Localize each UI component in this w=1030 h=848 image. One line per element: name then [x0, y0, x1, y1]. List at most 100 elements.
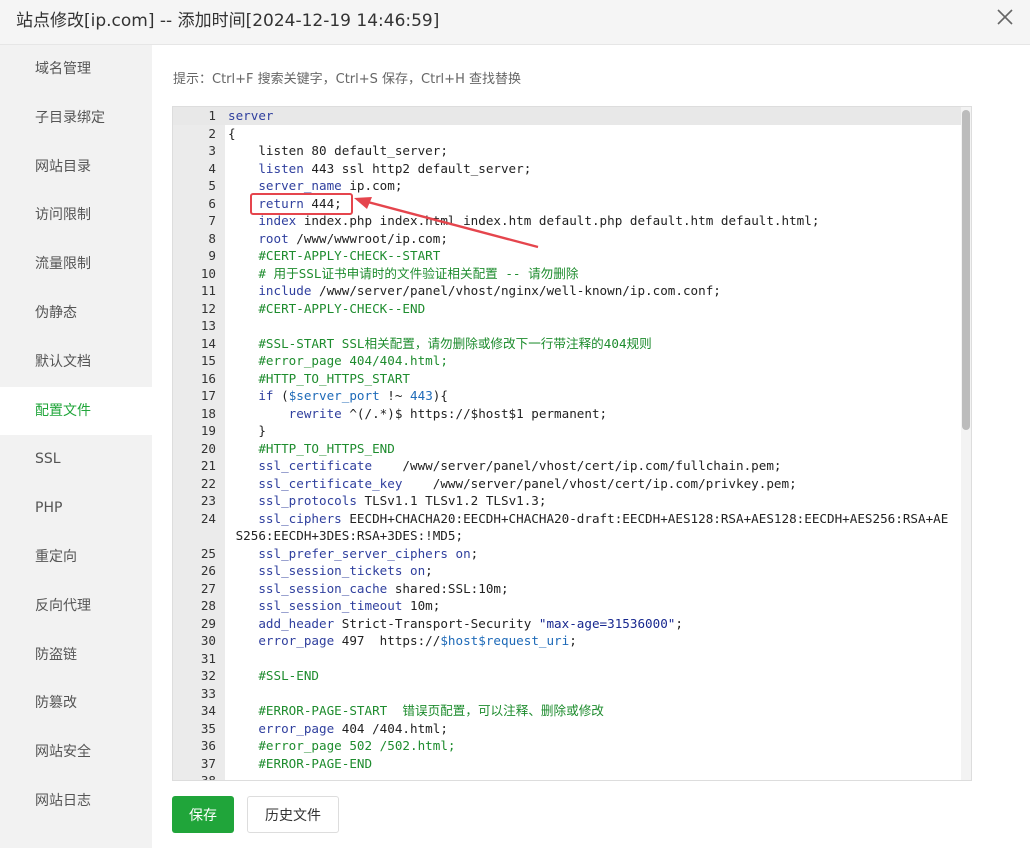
sidebar-item[interactable]: 防篡改 [0, 679, 152, 728]
line-number: 11 [200, 283, 216, 298]
code-text[interactable]: # 用于SSL证书申请时的文件验证相关配置 -- 请勿删除 [228, 265, 961, 283]
sidebar-item[interactable]: 网站日志 [0, 777, 152, 826]
code-line[interactable]: 11 include /www/server/panel/vhost/nginx… [173, 282, 961, 300]
code-line[interactable]: 27 ssl_session_cache shared:SSL:10m; [173, 580, 961, 598]
sidebar-item[interactable]: 域名管理 [0, 45, 152, 94]
code-line[interactable]: 8 root /www/wwwroot/ip.com; [173, 230, 961, 248]
code-text[interactable]: #HTTP_TO_HTTPS_START [228, 370, 961, 388]
editor-scrollbar[interactable] [961, 107, 971, 780]
line-number: 25 [200, 545, 216, 561]
close-icon[interactable] [994, 6, 1016, 28]
save-button[interactable]: 保存 [172, 796, 234, 833]
code-text[interactable]: #ERROR-PAGE-END [228, 755, 961, 773]
line-number: 28 [200, 598, 216, 613]
code-text[interactable]: ssl_session_cache shared:SSL:10m; [228, 580, 961, 598]
code-text[interactable]: listen 80 default_server; [228, 142, 961, 160]
line-number: 18 [200, 405, 216, 421]
code-line[interactable]: 5 server_name ip.com; [173, 177, 961, 195]
code-text[interactable]: add_header Strict-Transport-Security "ma… [228, 615, 961, 633]
code-line[interactable]: 30 error_page 497 https://$host$request_… [173, 632, 961, 650]
code-line[interactable]: 25 ssl_prefer_server_ciphers on; [173, 545, 961, 563]
code-line[interactable]: 26 ssl_session_tickets on; [173, 562, 961, 580]
code-line[interactable]: 15 #error_page 404/404.html; [173, 352, 961, 370]
sidebar-item[interactable]: 网站目录 [0, 143, 152, 192]
sidebar-item[interactable]: 默认文档 [0, 338, 152, 387]
sidebar-item[interactable]: SSL [0, 435, 152, 484]
code-text[interactable]: #SSL-END [228, 667, 961, 685]
line-number: 7 [208, 213, 216, 228]
code-line[interactable]: 9 #CERT-APPLY-CHECK--START [173, 247, 961, 265]
code-text[interactable]: ssl_certificate /www/server/panel/vhost/… [228, 457, 961, 475]
code-line[interactable]: 20 #HTTP_TO_HTTPS_END [173, 440, 961, 458]
code-text[interactable]: #error_page 502 /502.html; [228, 737, 961, 755]
code-line[interactable]: 4 listen 443 ssl http2 default_server; [173, 160, 961, 178]
sidebar-item[interactable]: 伪静态 [0, 289, 152, 338]
code-text[interactable]: listen 443 ssl http2 default_server; [228, 160, 961, 178]
code-text[interactable]: ssl_session_tickets on; [228, 562, 961, 580]
code-line[interactable]: 32 #SSL-END [173, 667, 961, 685]
line-number: 9 [208, 248, 216, 263]
line-number: 5 [208, 178, 216, 193]
sidebar-item[interactable]: 配置文件 [0, 386, 152, 436]
code-line[interactable]: 14 #SSL-START SSL相关配置，请勿删除或修改下一行带注释的404规… [173, 335, 961, 353]
code-text[interactable]: #CERT-APPLY-CHECK--END [228, 300, 961, 318]
line-number: 14 [200, 335, 216, 351]
sidebar-item[interactable]: 防盗链 [0, 631, 152, 680]
code-line[interactable]: 19 } [173, 422, 961, 440]
sidebar-item[interactable]: PHP [0, 484, 152, 533]
code-text[interactable]: #SSL-START SSL相关配置，请勿删除或修改下一行带注释的404规则 [228, 335, 961, 353]
history-files-button[interactable]: 历史文件 [247, 796, 339, 833]
code-line[interactable]: 29 add_header Strict-Transport-Security … [173, 615, 961, 633]
sidebar-item[interactable]: 访问限制 [0, 191, 152, 240]
sidebar-item[interactable]: 流量限制 [0, 240, 152, 289]
code-line[interactable]: 1 server [173, 107, 961, 125]
code-line[interactable]: 31 [173, 650, 961, 668]
code-text[interactable]: ssl_protocols TLSv1.1 TLSv1.2 TLSv1.3; [228, 492, 961, 510]
sidebar-item[interactable]: 重定向 [0, 533, 152, 582]
scrollbar-thumb[interactable] [962, 110, 970, 430]
sidebar-item[interactable]: 子目录绑定 [0, 94, 152, 143]
code-text[interactable]: rewrite ^(/.*)$ https://$host$1 permanen… [228, 405, 961, 423]
code-text[interactable]: } [228, 422, 961, 440]
code-line[interactable]: 13 [173, 317, 961, 335]
code-line[interactable]: 16 #HTTP_TO_HTTPS_START [173, 370, 961, 388]
code-line[interactable]: 36 #error_page 502 /502.html; [173, 737, 961, 755]
code-line[interactable]: 35 error_page 404 /404.html; [173, 720, 961, 738]
code-text[interactable]: error_page 404 /404.html; [228, 720, 961, 738]
code-text[interactable]: server [228, 107, 961, 125]
code-text[interactable]: ssl_session_timeout 10m; [228, 597, 961, 615]
code-text[interactable]: error_page 497 https://$host$request_uri… [228, 632, 961, 650]
code-line[interactable]: 33 [173, 685, 961, 703]
code-text[interactable]: #HTTP_TO_HTTPS_END [228, 440, 961, 458]
code-text[interactable]: ssl_ciphers EECDH+CHACHA20:EECDH+CHACHA2… [228, 510, 961, 545]
code-line[interactable]: 21 ssl_certificate /www/server/panel/vho… [173, 457, 961, 475]
line-number: 8 [208, 230, 216, 246]
code-line[interactable]: 38 [173, 772, 961, 780]
code-line[interactable]: 10 # 用于SSL证书申请时的文件验证相关配置 -- 请勿删除 [173, 265, 961, 283]
code-text[interactable]: #ERROR-PAGE-START 错误页配置，可以注释、删除或修改 [228, 702, 961, 720]
code-line[interactable]: 17 if ($server_port !~ 443){ [173, 387, 961, 405]
code-text[interactable]: root /www/wwwroot/ip.com; [228, 230, 961, 248]
code-line[interactable]: 12 #CERT-APPLY-CHECK--END [173, 300, 961, 318]
code-line[interactable]: 23 ssl_protocols TLSv1.1 TLSv1.2 TLSv1.3… [173, 492, 961, 510]
code-text[interactable]: ssl_prefer_server_ciphers on; [228, 545, 961, 563]
code-text[interactable]: #error_page 404/404.html; [228, 352, 961, 370]
line-number: 10 [200, 265, 216, 281]
sidebar-item[interactable]: 反向代理 [0, 582, 152, 631]
code-text[interactable]: ssl_certificate_key /www/server/panel/vh… [228, 475, 961, 493]
code-text[interactable]: include /www/server/panel/vhost/nginx/we… [228, 282, 961, 300]
code-line[interactable]: 37 #ERROR-PAGE-END [173, 755, 961, 773]
code-text[interactable]: { [228, 125, 961, 143]
line-number: 32 [200, 668, 216, 683]
code-text[interactable]: if ($server_port !~ 443){ [228, 387, 961, 405]
code-line[interactable]: 3 listen 80 default_server; [173, 142, 961, 160]
sidebar-item[interactable]: 网站安全 [0, 728, 152, 777]
code-line[interactable]: 22 ssl_certificate_key /www/server/panel… [173, 475, 961, 493]
code-line[interactable]: 18 rewrite ^(/.*)$ https://$host$1 perma… [173, 405, 961, 423]
code-line[interactable]: 2{ [173, 125, 961, 143]
code-line[interactable]: 34 #ERROR-PAGE-START 错误页配置，可以注释、删除或修改 [173, 702, 961, 720]
code-line[interactable]: 28 ssl_session_timeout 10m; [173, 597, 961, 615]
code-text[interactable]: server_name ip.com; [228, 177, 961, 195]
code-line[interactable]: 24 ssl_ciphers EECDH+CHACHA20:EECDH+CHAC… [173, 510, 961, 545]
code-text[interactable]: #CERT-APPLY-CHECK--START [228, 247, 961, 265]
